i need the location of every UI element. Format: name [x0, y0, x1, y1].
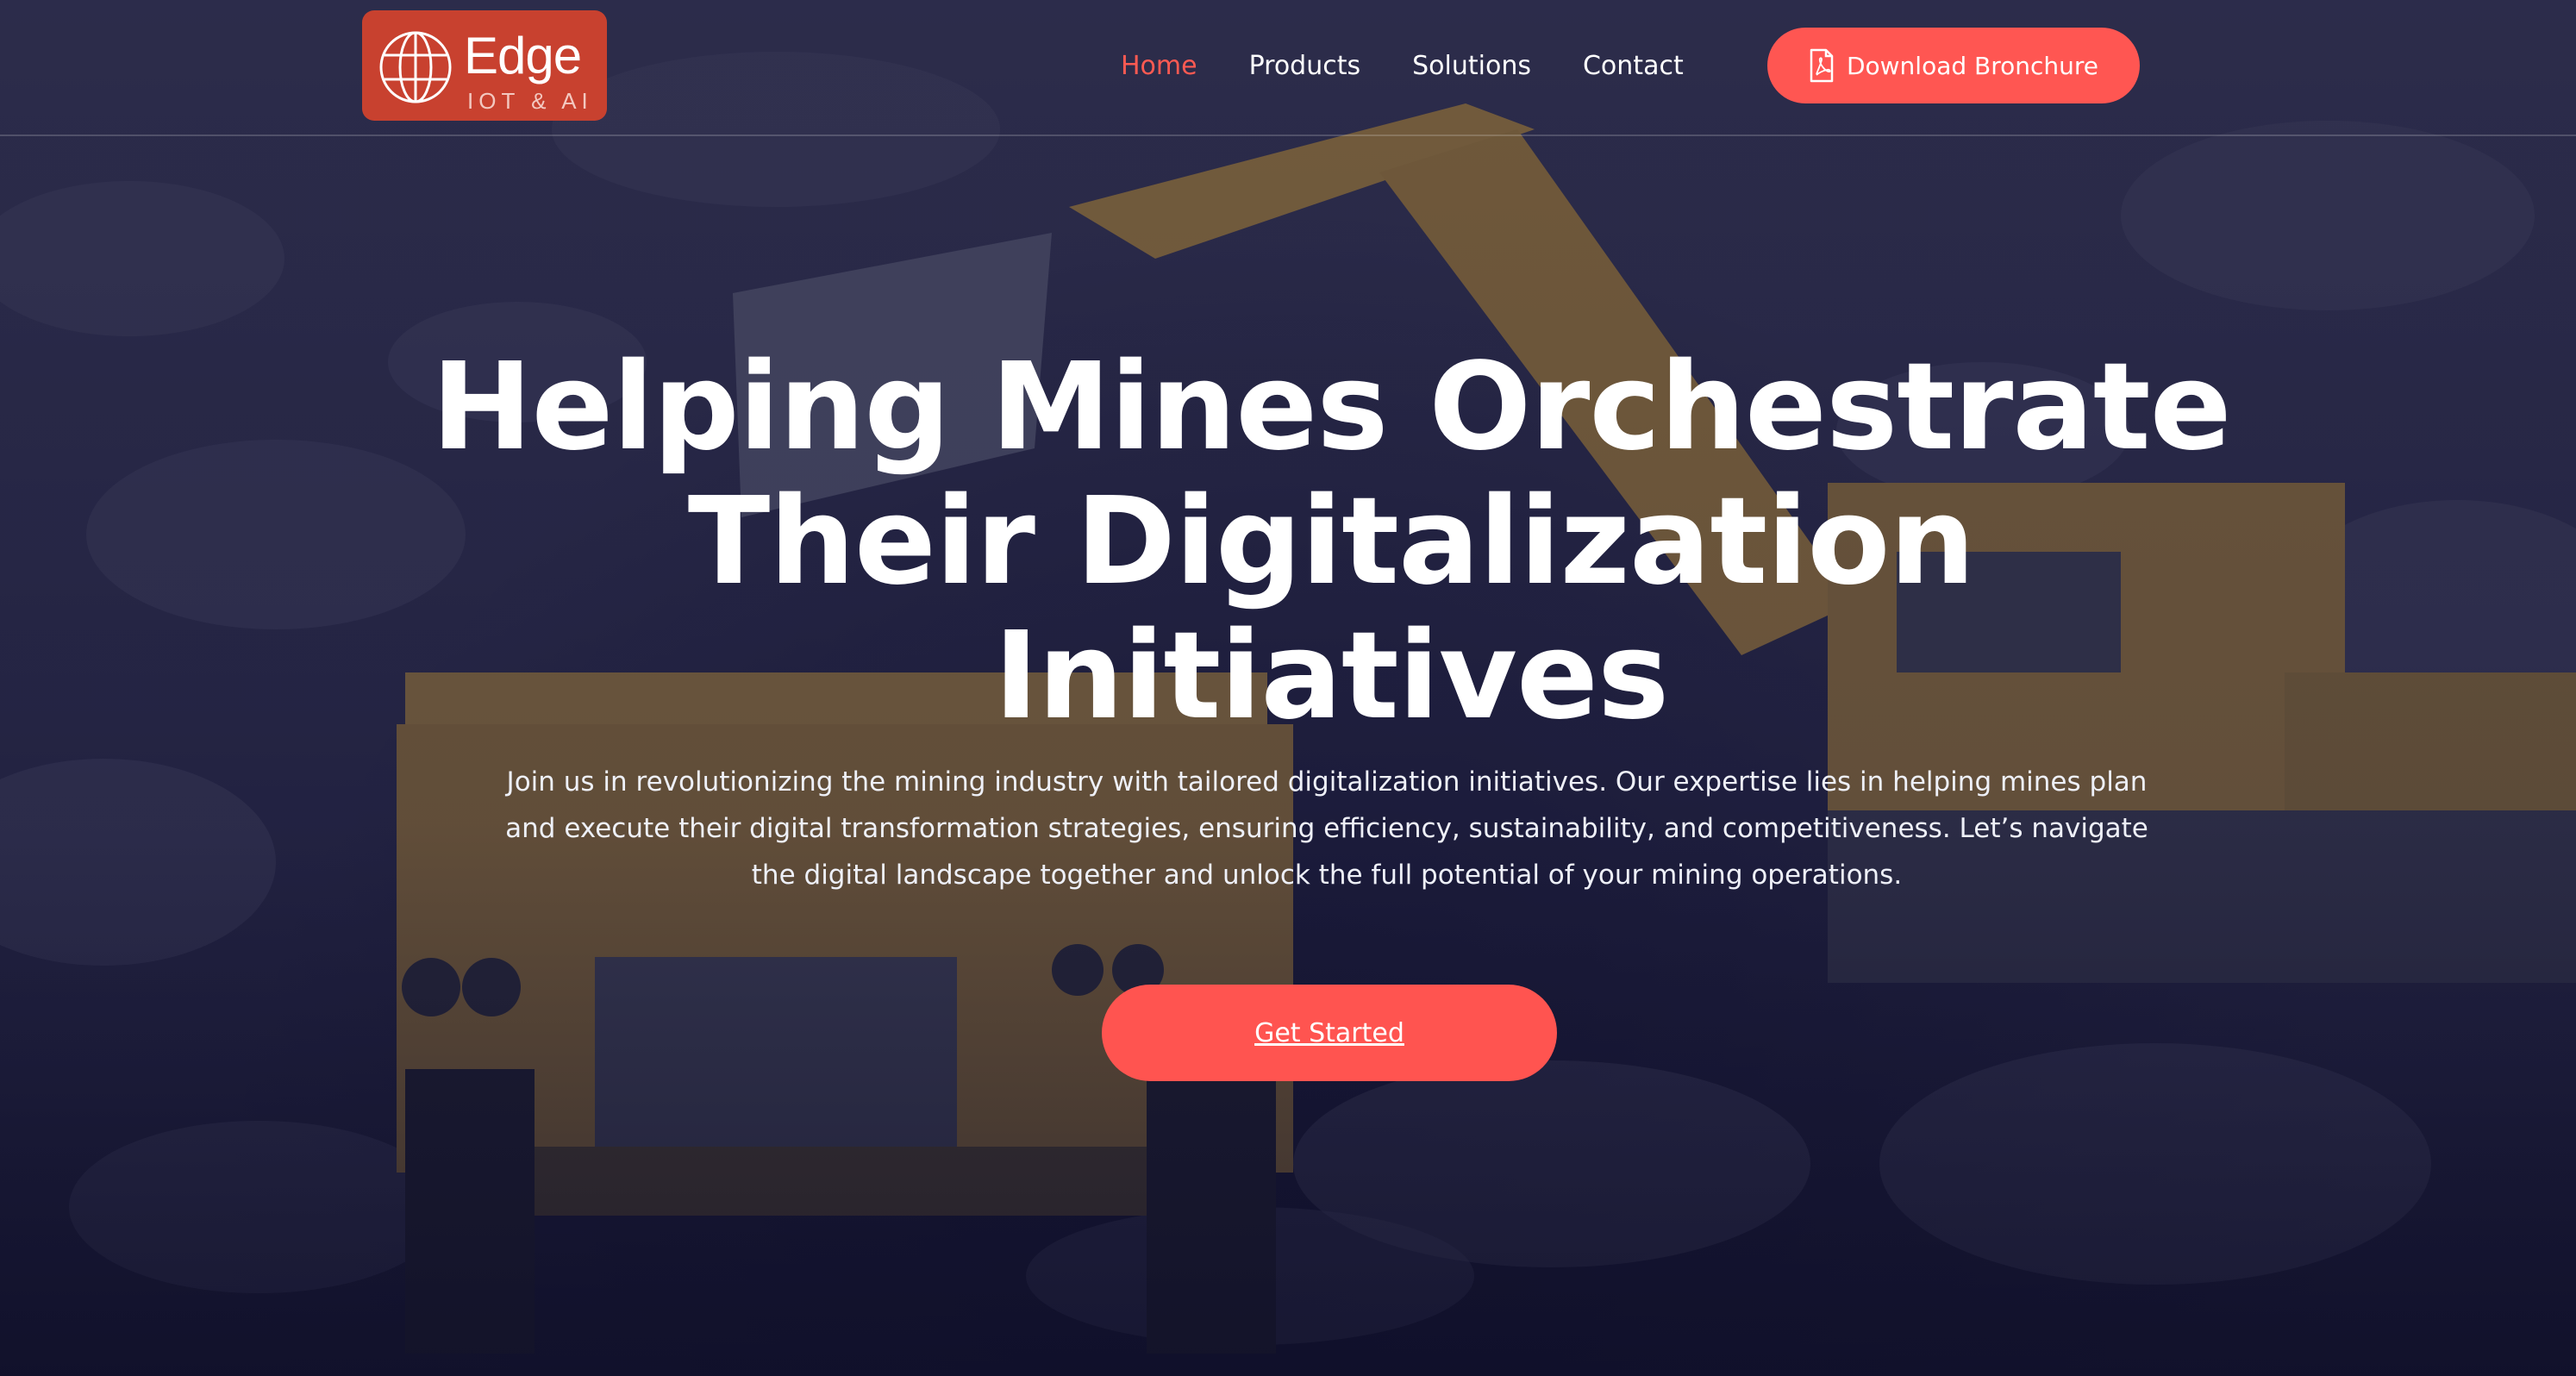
globe-icon: [379, 31, 452, 103]
main-navigation: Home Products Solutions Contact: [1121, 0, 1735, 131]
hero-title-line: Their Digitalization: [687, 472, 1975, 612]
pdf-file-icon: [1810, 48, 1834, 83]
hero-description: Join us in revolutionizing the mining in…: [469, 759, 2185, 898]
site-header: Edge IOT & AI Home Products Solutions Co…: [0, 0, 2576, 136]
hero-description-line: the digital landscape together and unloc…: [751, 860, 1903, 891]
get-started-button[interactable]: Get Started: [1102, 985, 1557, 1081]
hero-section: Edge IOT & AI Home Products Solutions Co…: [0, 0, 2576, 1376]
hero-title-line: Initiatives: [993, 606, 1670, 747]
nav-link-contact[interactable]: Contact: [1583, 51, 1684, 81]
hero-description-line: and execute their digital transformation…: [505, 813, 2148, 844]
download-brochure-label: Download Bronchure: [1846, 51, 2099, 80]
nav-link-solutions[interactable]: Solutions: [1412, 51, 1531, 81]
get-started-label: Get Started: [1254, 1017, 1404, 1048]
hero-title-line: Helping Mines Orchestrate: [431, 337, 2231, 478]
hero-description-line: Join us in revolutionizing the mining in…: [506, 766, 2148, 797]
nav-link-products[interactable]: Products: [1249, 51, 1361, 81]
hero-title: Helping Mines Orchestrate Their Digitali…: [426, 341, 2236, 744]
brand-name: Edge: [464, 27, 582, 84]
download-brochure-button[interactable]: Download Bronchure: [1767, 28, 2140, 103]
nav-link-home[interactable]: Home: [1121, 51, 1197, 81]
brand-tagline: IOT & AI: [467, 88, 593, 114]
brand-logo[interactable]: Edge IOT & AI: [362, 10, 607, 121]
